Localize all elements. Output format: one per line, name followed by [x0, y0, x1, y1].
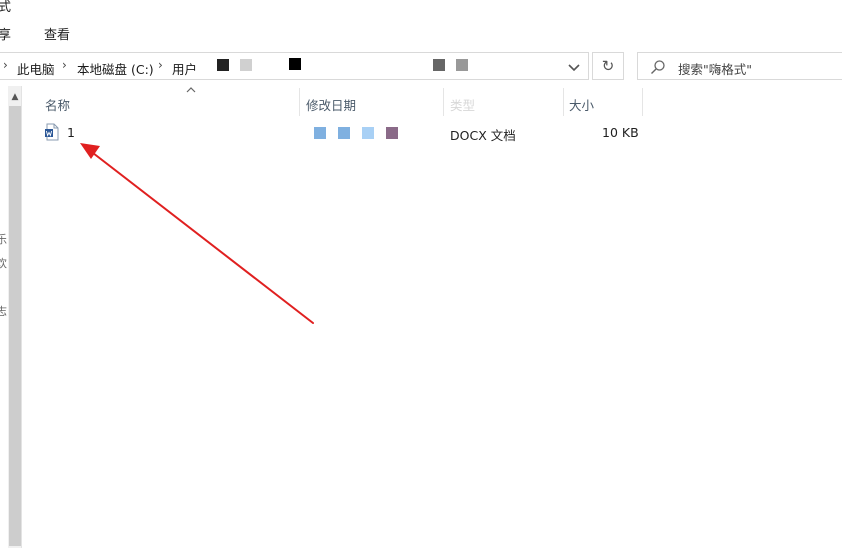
breadcrumb-separator-icon[interactable]: › — [158, 58, 163, 72]
column-divider[interactable] — [443, 88, 444, 116]
refresh-button[interactable]: ↻ — [592, 52, 624, 80]
column-divider[interactable] — [642, 88, 643, 116]
navigation-pane: › › › › 乐 欢 志 ▲ — [0, 86, 22, 548]
tab-view[interactable]: 查看 — [44, 24, 70, 43]
column-header-type[interactable]: 类型 — [450, 95, 475, 114]
column-header-modified[interactable]: 修改日期 — [306, 95, 356, 114]
redaction-block — [338, 127, 350, 139]
redaction-block — [217, 59, 229, 71]
file-size: 10 KB — [602, 125, 639, 140]
word-document-icon — [45, 123, 59, 141]
nav-item-fragment[interactable]: 乐 — [0, 231, 7, 247]
redaction-block — [314, 127, 326, 139]
file-type: DOCX 文档 — [450, 128, 516, 143]
ribbon-tabs: 享 查看 — [0, 22, 842, 44]
breadcrumb-users[interactable]: 用户 — [172, 59, 197, 78]
column-divider[interactable] — [563, 88, 564, 116]
redaction-block — [386, 127, 398, 139]
file-name[interactable]: 1 — [67, 125, 75, 140]
scroll-up-icon[interactable]: ▲ — [8, 88, 22, 106]
address-row: › 此电脑 › 本地磁盘 (C:) › 用户 ↻ 搜索"嗨格式" — [0, 50, 842, 84]
address-bar[interactable]: › 此电脑 › 本地磁盘 (C:) › 用户 — [0, 52, 589, 80]
column-header-size[interactable]: 大小 — [569, 95, 594, 114]
breadcrumb-separator-icon[interactable]: › — [62, 58, 67, 72]
redaction-block — [362, 127, 374, 139]
sort-ascending-icon — [186, 87, 196, 93]
nav-scrollbar-thumb[interactable] — [9, 106, 21, 546]
search-placeholder: 搜索"嗨格式" — [678, 62, 752, 77]
column-header-row: 名称 修改日期 类型 大小 — [22, 86, 842, 118]
chevron-down-icon[interactable] — [566, 61, 582, 75]
redaction-block — [456, 59, 468, 71]
column-divider[interactable] — [299, 88, 300, 116]
redaction-block — [433, 59, 445, 71]
search-icon — [651, 60, 665, 74]
search-box[interactable]: 搜索"嗨格式" — [637, 52, 842, 80]
breadcrumb-this-pc[interactable]: 此电脑 — [17, 59, 55, 78]
breadcrumb-local-disk[interactable]: 本地磁盘 (C:) — [77, 59, 154, 78]
redaction-block — [289, 58, 301, 70]
window-title-fragment: 式 — [0, 0, 12, 15]
table-row[interactable]: 1 DOCX 文档 10 KB — [22, 120, 662, 144]
refresh-icon: ↻ — [601, 57, 615, 75]
redaction-block — [240, 59, 252, 71]
breadcrumb-separator-icon[interactable]: › — [3, 58, 8, 72]
nav-item-fragment[interactable]: 志 — [0, 303, 7, 319]
column-header-name[interactable]: 名称 — [45, 95, 70, 114]
tab-share[interactable]: 享 — [0, 24, 11, 43]
nav-item-fragment[interactable]: 欢 — [0, 255, 7, 271]
